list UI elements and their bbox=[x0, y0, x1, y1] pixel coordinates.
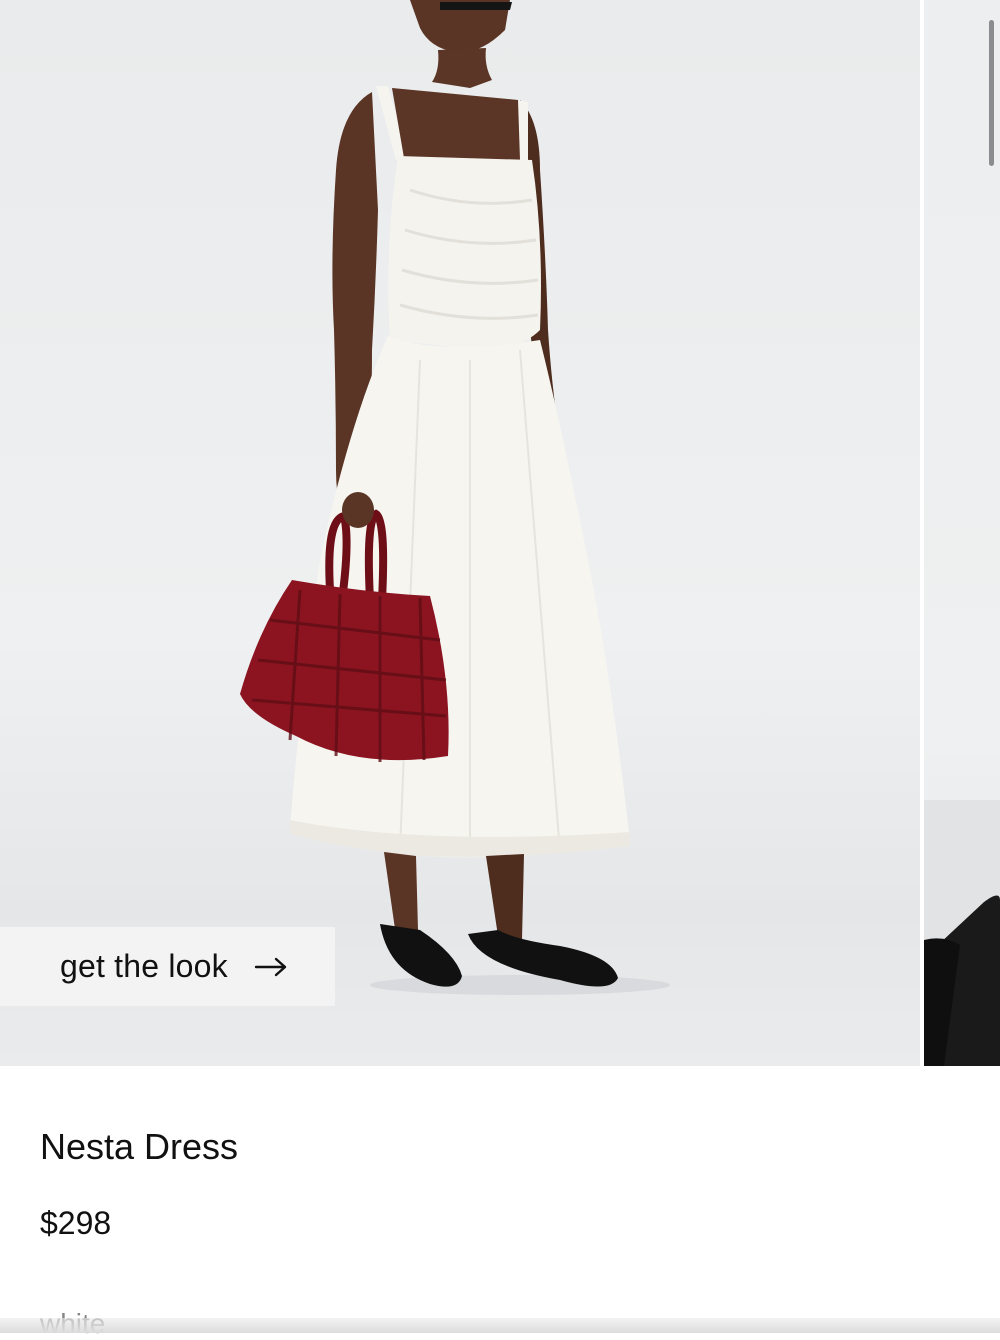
product-price: $298 bbox=[40, 1205, 112, 1241]
product-image-main[interactable]: get the look bbox=[0, 0, 920, 1066]
model-photo bbox=[240, 0, 670, 995]
product-name: Nesta Dress bbox=[40, 1126, 239, 1167]
bottom-bar bbox=[0, 1318, 1000, 1333]
product-image-next[interactable] bbox=[924, 0, 1000, 1066]
product-info-panel bbox=[0, 1066, 1000, 1333]
get-the-look-label: get the look bbox=[60, 948, 228, 984]
product-image-gallery[interactable]: get the look bbox=[0, 0, 1000, 1066]
scrollbar-thumb[interactable] bbox=[989, 20, 994, 166]
get-the-look-button[interactable]: get the look bbox=[0, 927, 335, 1006]
arrow-right-icon bbox=[254, 956, 288, 978]
